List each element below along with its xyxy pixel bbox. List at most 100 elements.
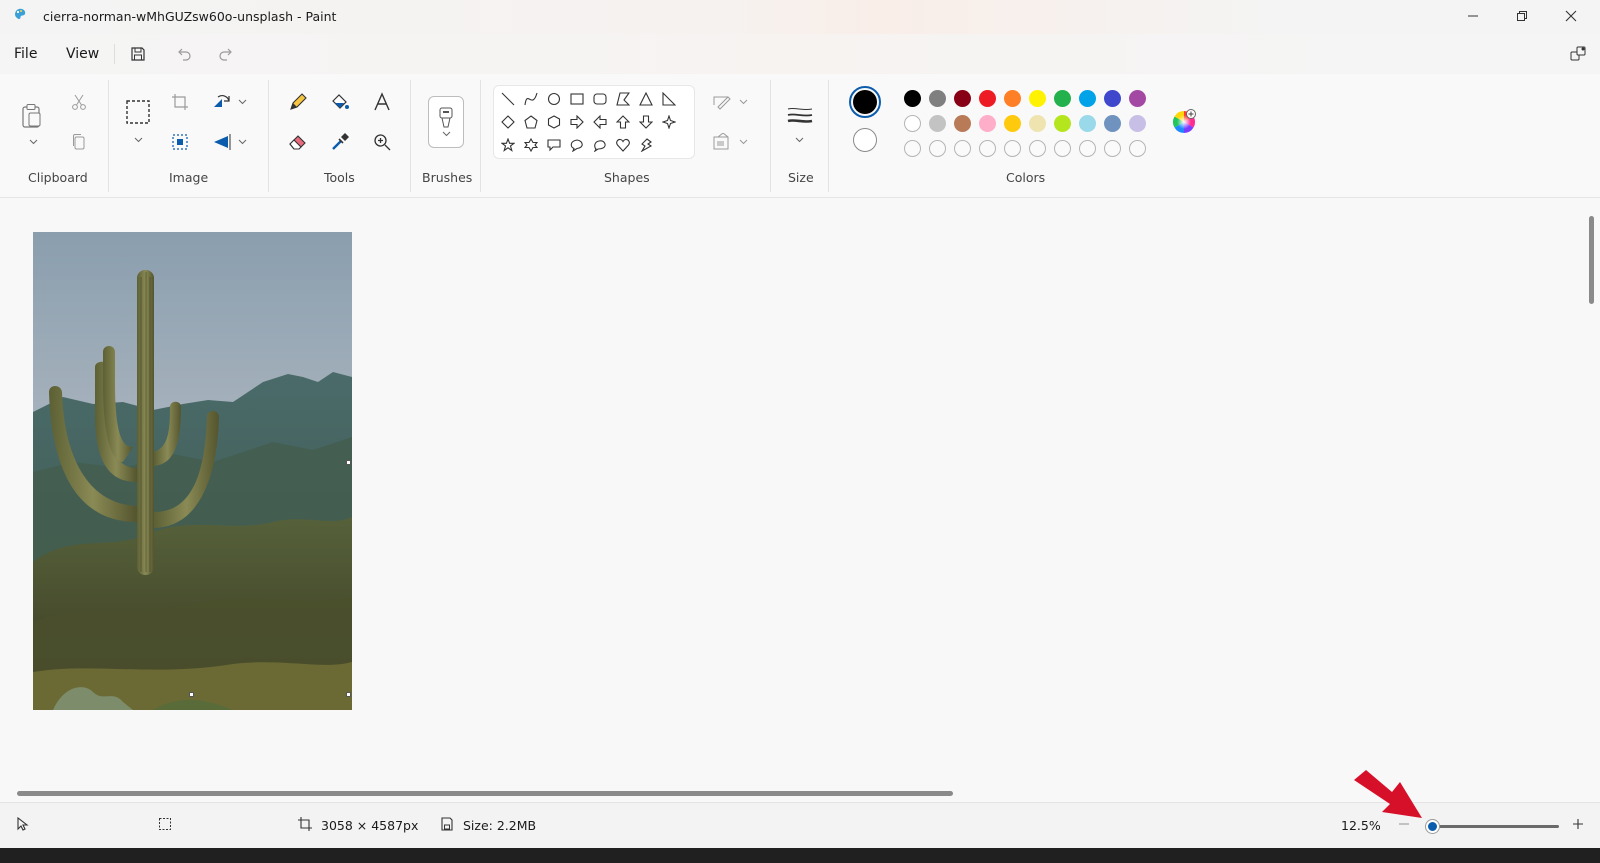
pencil-button[interactable]: [284, 88, 312, 116]
cut-button[interactable]: [65, 88, 93, 116]
color-swatch[interactable]: [904, 90, 921, 107]
canvas-workspace[interactable]: [0, 198, 1600, 802]
custom-color-slot[interactable]: [1079, 140, 1096, 157]
fill-button[interactable]: [326, 88, 354, 116]
shape-five-point-star[interactable]: [498, 135, 518, 155]
shape-triangle[interactable]: [636, 89, 656, 109]
canvas-size-button[interactable]: [297, 816, 313, 832]
redo-button[interactable]: [214, 42, 238, 66]
horizontal-scrollbar[interactable]: [17, 791, 953, 796]
color-swatch[interactable]: [1029, 90, 1046, 107]
shape-rectangle[interactable]: [567, 89, 587, 109]
custom-color-slot[interactable]: [979, 140, 996, 157]
color-picker-button[interactable]: [326, 128, 354, 156]
primary-color-button[interactable]: [849, 86, 881, 118]
color-swatch[interactable]: [1129, 115, 1146, 132]
paste-dropdown[interactable]: [27, 136, 39, 148]
fill-shape-dropdown[interactable]: [737, 136, 749, 148]
custom-color-slot[interactable]: [904, 140, 921, 157]
zoom-in-button[interactable]: [1570, 816, 1586, 832]
shape-diamond[interactable]: [498, 112, 518, 132]
custom-color-slot[interactable]: [1004, 140, 1021, 157]
outline-button[interactable]: [708, 88, 736, 116]
secondary-color-button[interactable]: [853, 128, 877, 152]
resize-handle-right[interactable]: [346, 460, 351, 465]
shape-line[interactable]: [498, 89, 518, 109]
color-swatch[interactable]: [1079, 115, 1096, 132]
fill-shape-button[interactable]: [708, 128, 736, 156]
shape-right-arrow[interactable]: [567, 112, 587, 132]
selection-size-button[interactable]: [157, 816, 173, 832]
zoom-slider-track[interactable]: [1433, 825, 1559, 828]
zoom-level[interactable]: 12.5%: [1341, 818, 1381, 833]
flip-button[interactable]: [208, 128, 236, 156]
shape-oval-callout[interactable]: [567, 135, 587, 155]
color-swatch[interactable]: [954, 115, 971, 132]
color-swatch[interactable]: [904, 115, 921, 132]
color-swatch[interactable]: [979, 115, 996, 132]
rotate-dropdown[interactable]: [236, 96, 248, 108]
paste-button[interactable]: [18, 98, 46, 134]
cursor-position-button[interactable]: [14, 816, 30, 832]
vertical-scrollbar[interactable]: [1589, 216, 1594, 304]
custom-color-slot[interactable]: [1104, 140, 1121, 157]
outline-dropdown[interactable]: [737, 96, 749, 108]
canvas-image[interactable]: [33, 232, 352, 710]
restore-button[interactable]: [1498, 0, 1546, 32]
magnifier-button[interactable]: [368, 128, 396, 156]
custom-color-slot[interactable]: [929, 140, 946, 157]
color-swatch[interactable]: [1104, 115, 1121, 132]
shape-four-point-star[interactable]: [659, 112, 679, 132]
flip-dropdown[interactable]: [236, 136, 248, 148]
layers-button[interactable]: [1566, 42, 1590, 66]
color-swatch[interactable]: [1079, 90, 1096, 107]
edit-colors-button[interactable]: [1171, 109, 1197, 135]
shape-curve[interactable]: [521, 89, 541, 109]
color-swatch[interactable]: [1054, 90, 1071, 107]
shape-oval[interactable]: [544, 89, 564, 109]
custom-color-slot[interactable]: [1129, 140, 1146, 157]
color-swatch[interactable]: [1104, 90, 1121, 107]
color-swatch[interactable]: [1029, 115, 1046, 132]
save-button[interactable]: [126, 42, 150, 66]
color-swatch[interactable]: [954, 90, 971, 107]
menu-view[interactable]: View: [66, 44, 99, 64]
copy-button[interactable]: [65, 128, 93, 156]
undo-button[interactable]: [172, 42, 196, 66]
rotate-button[interactable]: [208, 88, 236, 116]
color-swatch[interactable]: [1004, 115, 1021, 132]
shape-hexagon[interactable]: [544, 112, 564, 132]
custom-color-slot[interactable]: [954, 140, 971, 157]
color-swatch[interactable]: [1129, 90, 1146, 107]
resize-handle-corner[interactable]: [346, 692, 351, 697]
crop-button[interactable]: [166, 88, 194, 116]
shape-rounded-rectangle[interactable]: [590, 89, 610, 109]
shape-pentagon[interactable]: [521, 112, 541, 132]
shape-lightning[interactable]: [636, 135, 656, 155]
menu-file[interactable]: File: [14, 44, 37, 64]
resize-handle-bottom[interactable]: [189, 692, 194, 697]
minimize-button[interactable]: [1449, 0, 1497, 32]
shape-heart[interactable]: [613, 135, 633, 155]
zoom-slider-thumb[interactable]: [1426, 820, 1439, 833]
shape-polygon[interactable]: [613, 89, 633, 109]
color-swatch[interactable]: [929, 90, 946, 107]
resize-button[interactable]: [166, 128, 194, 156]
custom-color-slot[interactable]: [1054, 140, 1071, 157]
shape-six-point-star[interactable]: [521, 135, 541, 155]
brushes-button[interactable]: [428, 96, 464, 148]
shape-left-arrow[interactable]: [590, 112, 610, 132]
color-swatch[interactable]: [1004, 90, 1021, 107]
select-dropdown[interactable]: [132, 134, 144, 146]
size-dropdown[interactable]: [793, 134, 805, 146]
color-swatch[interactable]: [1054, 115, 1071, 132]
select-button[interactable]: [124, 98, 152, 126]
text-button[interactable]: [368, 88, 396, 116]
shape-right-triangle[interactable]: [659, 89, 679, 109]
shape-up-arrow[interactable]: [613, 112, 633, 132]
shape-rect-callout[interactable]: [544, 135, 564, 155]
size-button[interactable]: [784, 102, 816, 130]
color-swatch[interactable]: [929, 115, 946, 132]
eraser-button[interactable]: [284, 128, 312, 156]
shape-down-arrow[interactable]: [636, 112, 656, 132]
